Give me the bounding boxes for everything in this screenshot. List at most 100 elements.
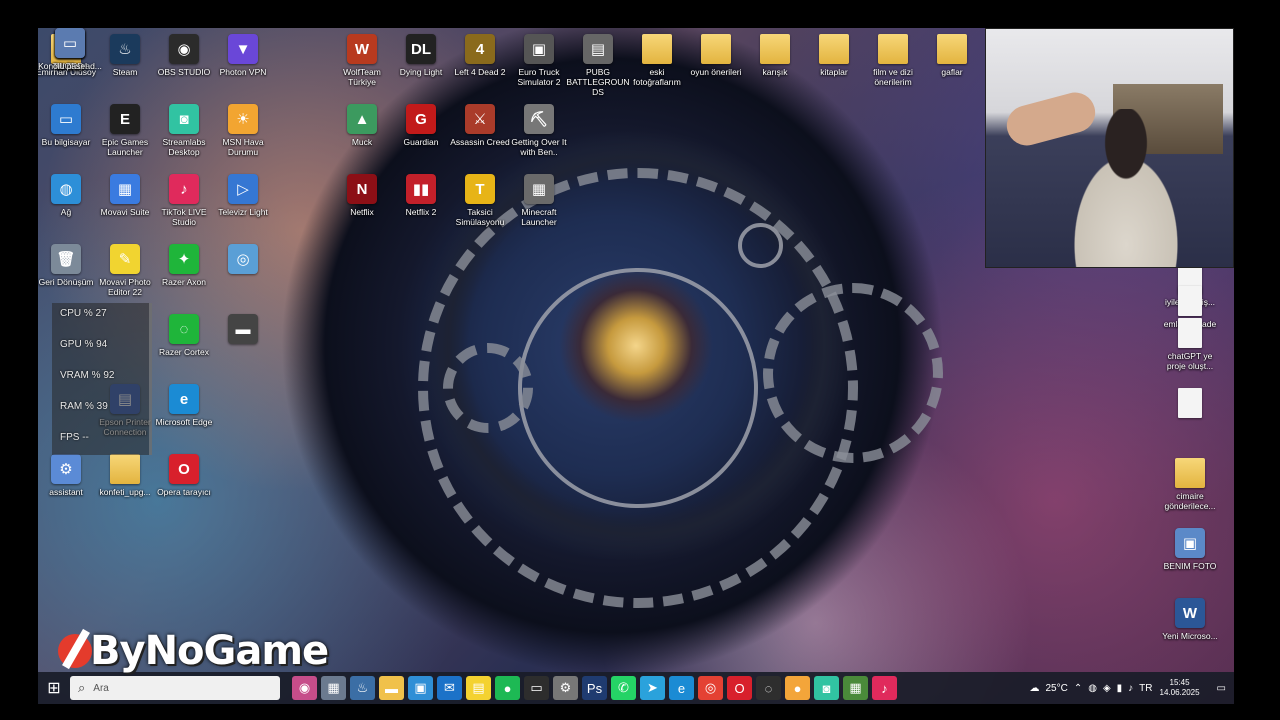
desktop-icon[interactable]: ◎: [211, 244, 275, 277]
start-button[interactable]: ⊞: [38, 672, 70, 704]
desktop-icon-label: Televizr Light: [218, 207, 268, 217]
taskbar-whatsapp-icon[interactable]: ✆: [611, 676, 636, 700]
desktop-icon[interactable]: film ve dizi önerilerim: [861, 34, 925, 87]
desktop-icon-label: Netflix: [350, 207, 374, 217]
taskbar-steam-tray-icon[interactable]: ◌: [756, 676, 781, 700]
desktop-icon[interactable]: ✎ Movavi Photo Editor 22: [93, 244, 157, 297]
desktop-icon-label: MSN Hava Durumu: [222, 137, 264, 157]
search-box[interactable]: ⌕ Ara: [70, 676, 280, 700]
clock[interactable]: 15:45 14.06.2025: [1160, 678, 1200, 698]
desktop-icon[interactable]: [1158, 388, 1222, 421]
taskbar-steam-icon[interactable]: ♨: [350, 676, 375, 700]
taskbar-terminal-icon[interactable]: ▭: [524, 676, 549, 700]
network-icon[interactable]: ◍: [1088, 683, 1097, 694]
desktop-icon[interactable]: ▬: [211, 314, 275, 347]
taskbar-settings-icon[interactable]: ⚙: [553, 676, 578, 700]
desktop-icon[interactable]: ▤ PUBG BATTLEGROUNDS: [566, 34, 630, 97]
taskbar-obs-icon[interactable]: ◉: [292, 676, 317, 700]
volume-icon[interactable]: ♪: [1128, 683, 1133, 694]
desktop-icon[interactable]: O Opera tarayıcı: [152, 454, 216, 497]
taskbar-opera-icon[interactable]: O: [727, 676, 752, 700]
desktop-icon[interactable]: ✦ Razer Axon: [152, 244, 216, 287]
desktop-icon[interactable]: karışık: [743, 34, 807, 77]
desktop-icon[interactable]: konfeti_upg...: [93, 454, 157, 497]
app-icon: 4: [465, 34, 495, 64]
taskbar-streamlabs-icon[interactable]: ◙: [814, 676, 839, 700]
folder-icon: [642, 34, 672, 64]
app-icon: ▲: [347, 104, 377, 134]
desktop-icon[interactable]: G Guardian: [389, 104, 453, 147]
desktop-icon[interactable]: W Yeni Microso...: [1158, 598, 1222, 641]
desktop-icon[interactable]: T Taksici Simülasyonu: [448, 174, 512, 227]
taskbar-photoshop-icon[interactable]: Ps: [582, 676, 607, 700]
desktop-icon-label: Assassin Creed: [450, 137, 510, 147]
desktop-icon[interactable]: 4 Left 4 Dead 2: [448, 34, 512, 77]
taskbar-explorer-icon[interactable]: ▬: [379, 676, 404, 700]
taskbar-tiktok-icon[interactable]: ♪: [872, 676, 897, 700]
desktop-icon[interactable]: 🗑 Geri Dönüşüm: [38, 244, 98, 287]
desktop-icon[interactable]: N Netflix: [330, 174, 394, 217]
desktop-icon[interactable]: ▣ Euro Truck Simulator 2: [507, 34, 571, 87]
desktop-icon[interactable]: ⛏ Getting Over It with Ben..: [507, 104, 571, 157]
desktop-icon[interactable]: kitaplar: [802, 34, 866, 77]
desktop-icon[interactable]: ◙ Streamlabs Desktop: [152, 104, 216, 157]
desktop-icon[interactable]: ▣ BENIM FOTO: [1158, 528, 1222, 571]
weather-temp[interactable]: 25°C: [1045, 683, 1067, 694]
desktop-icon[interactable]: ▷ Televizr Light: [211, 174, 275, 217]
performance-overlay: CPU % 27 GPU % 94 VRAM % 92 RAM % 39 FPS…: [52, 303, 152, 455]
folder-icon: [819, 34, 849, 64]
desktop-icon[interactable]: ▭ olu pasel: [38, 28, 102, 71]
notification-icon[interactable]: ▭: [1217, 683, 1226, 694]
mic-icon[interactable]: ▮: [1117, 683, 1123, 694]
document-icon: [1178, 388, 1202, 418]
app-icon: ▭: [51, 104, 81, 134]
app-icon: G: [406, 104, 436, 134]
taskbar-paint-icon[interactable]: ●: [785, 676, 810, 700]
weather-icon[interactable]: ☁: [1029, 683, 1039, 694]
desktop-icon[interactable]: E Epic Games Launcher: [93, 104, 157, 157]
app-icon: ▮▮: [406, 174, 436, 204]
chevron-up-icon[interactable]: ⌃: [1074, 683, 1082, 694]
desktop-icon[interactable]: ◍ Ağ: [38, 174, 98, 217]
taskbar-minecraft-icon[interactable]: ▦: [843, 676, 868, 700]
desktop-icon[interactable]: e Microsoft Edge: [152, 384, 216, 427]
clock-time: 15:45: [1169, 678, 1190, 687]
desktop-icon[interactable]: ⚙ assistant: [38, 454, 98, 497]
taskbar-calculator-icon[interactable]: ▦: [321, 676, 346, 700]
taskbar-store-icon[interactable]: ▣: [408, 676, 433, 700]
desktop-icon[interactable]: ▦ Minecraft Launcher: [507, 174, 571, 227]
desktop-icon[interactable]: eski fotoğraflarım: [625, 34, 689, 87]
desktop-icon[interactable]: ▦ Movavi Suite: [93, 174, 157, 217]
desktop-icon[interactable]: cimaire gönderilece...: [1158, 458, 1222, 511]
desktop-icon-label: Dying Light: [399, 67, 443, 77]
desktop-icon[interactable]: oyun önerileri: [684, 34, 748, 77]
taskbar-edge-icon[interactable]: e: [669, 676, 694, 700]
desktop-icon[interactable]: ▼ Photon VPN: [211, 34, 275, 77]
desktop-icon[interactable]: ♪ TikTok LIVE Studio: [152, 174, 216, 227]
desktop-icon[interactable]: ☀ MSN Hava Durumu: [211, 104, 275, 157]
desktop-icon[interactable]: ◌ Razer Cortex: [152, 314, 216, 357]
desktop-icon[interactable]: ▮▮ Netflix 2: [389, 174, 453, 217]
language-indicator[interactable]: TR: [1139, 683, 1152, 694]
desktop-icon[interactable]: ♨ Steam: [93, 34, 157, 77]
desktop-icon[interactable]: ▲ Muck: [330, 104, 394, 147]
desktop-icon[interactable]: DL Dying Light: [389, 34, 453, 77]
shield-icon[interactable]: ◈: [1103, 683, 1111, 694]
desktop-icon[interactable]: ⚔ Assassin Creed: [448, 104, 512, 147]
desktop-icon[interactable]: W WolfTeam Türkiye: [330, 34, 394, 87]
taskbar-telegram-icon[interactable]: ➤: [640, 676, 665, 700]
desktop-icon[interactable]: chatGPT ye proje oluşt...: [1158, 318, 1222, 371]
taskbar-outlook-icon[interactable]: ✉: [437, 676, 462, 700]
desktop-icon-label: oyun önerileri: [690, 67, 742, 77]
taskbar-sticky-icon[interactable]: ▤: [466, 676, 491, 700]
taskbar-spotify-icon[interactable]: ●: [495, 676, 520, 700]
desktop-icon[interactable]: gaflar: [920, 34, 984, 77]
desktop-icon[interactable]: ▭ Bu bilgisayar: [38, 104, 98, 147]
desktop-icon-label: Movavi Photo Editor 22: [99, 277, 151, 297]
taskbar-chrome-icon[interactable]: ◎: [698, 676, 723, 700]
app-icon: ◙: [169, 104, 199, 134]
ram-usage: RAM % 39: [60, 401, 108, 412]
desktop-icon[interactable]: ◉ OBS STUDIO: [152, 34, 216, 77]
watermark-text: ByNoGame: [90, 628, 329, 674]
app-icon: ▼: [228, 34, 258, 64]
